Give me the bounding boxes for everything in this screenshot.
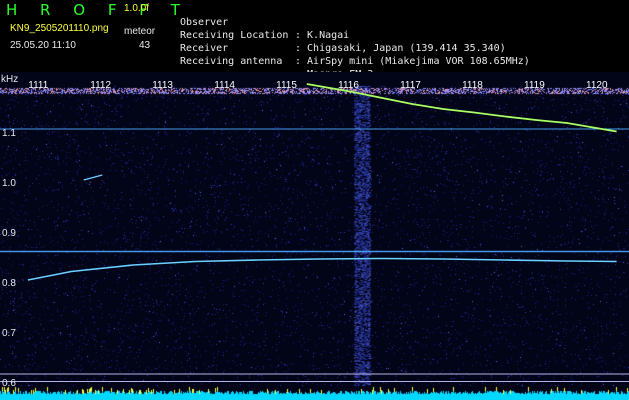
info-value: : K.Nagai	[295, 30, 350, 41]
filename-label: KN9_2505201110.png	[10, 23, 109, 34]
y-tick-label: 0.8	[2, 278, 16, 289]
x-tick-label: 1111	[28, 80, 49, 91]
x-tick-label: 1119	[524, 80, 545, 91]
meteor-count: 43	[139, 40, 151, 51]
y-tick-label: 0.9	[2, 228, 16, 239]
y-tick-label: 1.0	[2, 178, 16, 189]
short-meteor-trace	[83, 174, 103, 181]
info-value: : Chigasaki, Japan (139.414 35.340)	[295, 43, 506, 54]
station-info: Observer : K.Nagai Receiving Location : …	[180, 3, 530, 80]
timestamp-label: 25.05.20 11:10	[10, 40, 76, 51]
x-tick-label: 1118	[462, 80, 483, 91]
y-tick-label: 0.6	[2, 378, 16, 389]
info-row-antenna: Receiving antenna : Maspro FM-3	[180, 42, 373, 80]
x-tick-label: 1112	[90, 80, 112, 91]
spectrogram-overlay	[0, 83, 629, 382]
y-tick-label: 0.7	[2, 328, 16, 339]
x-tick-label: 1114	[214, 80, 235, 91]
y-tick-label: 1.1	[2, 128, 16, 139]
x-tick-label: 1115	[276, 80, 297, 91]
info-value: : AirSpy mini (Miakejima VOR 108.65MHz)	[295, 56, 530, 67]
x-tick-label: 1116	[338, 80, 359, 91]
info-row-observer: Observer : K.Nagai	[180, 3, 349, 41]
info-row-location: Receiving Location : Chigasaki, Japan (1…	[180, 16, 506, 54]
header-panel: H R O F F T 1.0.0f KN9_2505201110.png me…	[0, 0, 629, 80]
carrier-trace	[27, 257, 617, 281]
info-row-receiver: Receiver : AirSpy mini (Miakejima VOR 10…	[180, 29, 530, 67]
x-tick-label: 1113	[152, 80, 173, 91]
x-tick-label: 1117	[400, 80, 421, 91]
meteor-trace	[306, 83, 617, 133]
x-tick-label: 1120	[586, 80, 608, 91]
meteor-label: meteor	[124, 26, 156, 37]
version-label: 1.0.0f	[124, 3, 150, 14]
y-axis-unit: kHz	[1, 74, 19, 85]
info-key: Receiving antenna	[180, 56, 283, 67]
brand-title: H R O F F T	[6, 1, 189, 19]
